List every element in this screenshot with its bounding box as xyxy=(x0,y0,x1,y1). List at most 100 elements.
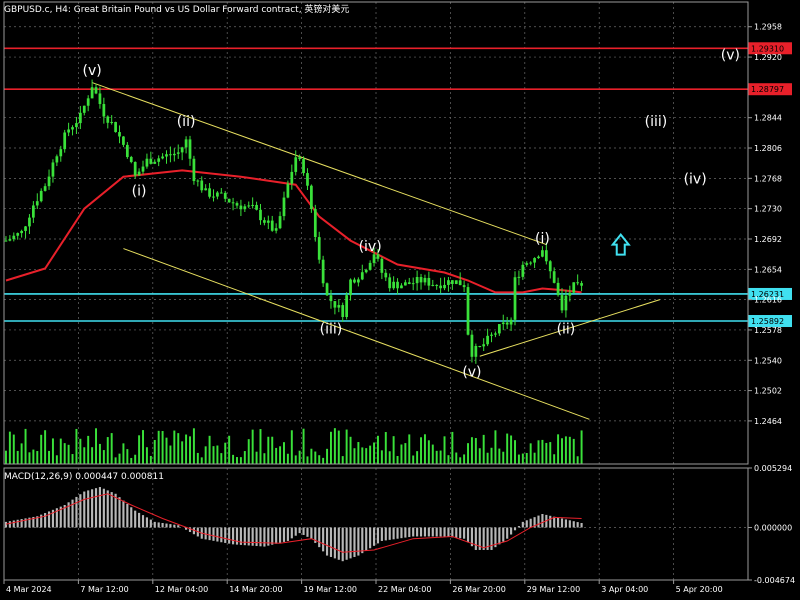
candle-body xyxy=(537,256,540,259)
candle-body xyxy=(439,285,442,289)
level-price-label: 1.29310 xyxy=(751,44,784,53)
wave-label: (i) xyxy=(132,183,147,199)
candle-body xyxy=(521,264,525,277)
candle-body xyxy=(157,158,161,162)
wave-label: (v) xyxy=(462,364,481,380)
candle-body xyxy=(216,192,219,197)
macd-label: MACD(12,26,9) 0.000447 0.000811 xyxy=(4,472,164,482)
candle-body xyxy=(278,216,282,229)
candle-body xyxy=(184,139,188,148)
wave-label: (i) xyxy=(535,231,550,247)
y-tick-label: 1.2464 xyxy=(754,417,782,426)
candle-body xyxy=(384,272,388,278)
candle-body xyxy=(556,282,560,296)
candle-body xyxy=(39,190,43,202)
candle-body xyxy=(86,98,90,106)
chart-title: GBPUSD.c, H4: Great Britain Pound vs US … xyxy=(4,3,349,15)
candle-body xyxy=(31,205,35,218)
wave-label: (iii) xyxy=(320,321,343,337)
candle-body xyxy=(219,192,223,194)
candle-body xyxy=(266,220,270,223)
candle-body xyxy=(552,271,556,283)
wave-label: (v) xyxy=(82,63,101,79)
candle-body xyxy=(333,301,337,308)
candle-body xyxy=(192,158,196,182)
candle-body xyxy=(75,123,78,128)
candle-body xyxy=(306,173,309,186)
candle-body xyxy=(310,185,313,210)
candle-body xyxy=(106,116,110,123)
x-tick-label: 3 Apr 04:00 xyxy=(601,585,648,594)
candle-body xyxy=(329,295,333,302)
wave-label: (ii) xyxy=(557,321,576,337)
candle-body xyxy=(59,149,63,157)
wave-label: (v) xyxy=(721,48,740,64)
candle-body xyxy=(403,282,407,286)
candle-body xyxy=(180,147,184,153)
candle-body xyxy=(208,188,211,197)
candle-body xyxy=(517,276,521,278)
candle-body xyxy=(349,279,352,296)
candle-body xyxy=(372,254,376,263)
candle-body xyxy=(298,157,302,160)
candle-body xyxy=(263,220,266,223)
y-tick-label: 1.2806 xyxy=(754,144,782,153)
candle-body xyxy=(12,235,16,240)
candle-body xyxy=(560,295,564,311)
x-tick-label: 12 Mar 04:00 xyxy=(155,585,208,594)
candle-body xyxy=(396,281,399,289)
candle-body xyxy=(533,258,536,263)
candle-body xyxy=(388,277,392,289)
candle-body xyxy=(172,153,176,156)
candle-body xyxy=(274,228,278,231)
wave-label: (ii) xyxy=(177,114,196,130)
candle-body xyxy=(153,161,157,164)
level-price-label: 1.25892 xyxy=(751,317,784,326)
candle-body xyxy=(501,322,505,325)
candle-body xyxy=(122,136,125,145)
candle-body xyxy=(290,171,294,184)
candle-body xyxy=(407,282,411,285)
candle-body xyxy=(47,176,51,187)
candle-body xyxy=(509,319,513,325)
y-tick-label: 1.2578 xyxy=(754,326,782,335)
macd-y-tick-label: 0.000000 xyxy=(754,523,792,532)
y-tick-label: 1.2502 xyxy=(754,387,782,396)
wave-label: (iv) xyxy=(684,171,707,187)
candle-body xyxy=(63,132,67,150)
candle-body xyxy=(458,280,462,286)
candle-body xyxy=(71,127,74,130)
candle-body xyxy=(28,217,31,227)
candle-body xyxy=(548,261,552,272)
candle-body xyxy=(110,122,114,124)
candle-body xyxy=(325,283,329,296)
candle-body xyxy=(286,183,290,198)
candle-body xyxy=(360,272,364,280)
candle-body xyxy=(118,132,121,137)
candle-body xyxy=(576,282,580,284)
candle-body xyxy=(51,162,55,177)
y-tick-label: 1.2920 xyxy=(754,53,782,62)
candle-body xyxy=(204,188,208,191)
y-tick-label: 1.2844 xyxy=(754,114,782,123)
candle-body xyxy=(478,345,482,347)
candle-body xyxy=(227,198,231,203)
candle-body xyxy=(427,277,431,286)
x-tick-label: 4 Mar 2024 xyxy=(6,585,52,594)
candle-body xyxy=(137,171,141,176)
x-tick-label: 7 Mar 12:00 xyxy=(80,585,128,594)
candle-body xyxy=(282,197,286,217)
candle-body xyxy=(494,333,497,335)
candle-body xyxy=(251,204,255,206)
wave-label: (iv) xyxy=(359,239,382,255)
y-tick-label: 1.2540 xyxy=(754,356,782,365)
candle-body xyxy=(462,285,466,288)
candle-body xyxy=(443,284,446,289)
candle-body xyxy=(419,277,423,283)
candle-body xyxy=(580,283,583,286)
candle-body xyxy=(486,335,489,345)
candle-body xyxy=(176,152,180,154)
candle-body xyxy=(392,281,395,289)
wave-label: (iii) xyxy=(645,114,668,130)
candle-body xyxy=(497,324,501,334)
